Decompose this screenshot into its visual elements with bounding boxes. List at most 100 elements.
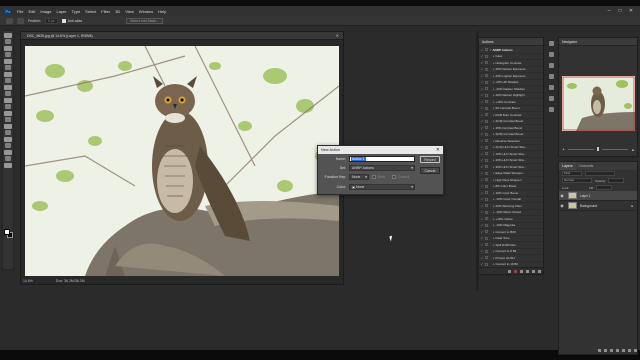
cancel-button[interactable]: Cancel: [420, 167, 440, 174]
layer-row-layer-1[interactable]: ◉ Layer 1: [559, 191, 637, 201]
brush-tool-icon[interactable]: [5, 78, 11, 83]
play-icon[interactable]: [520, 269, 523, 273]
toggle-dialog-box[interactable]: [485, 249, 488, 253]
expand-arrow-icon[interactable]: ▸: [493, 249, 495, 253]
adjustments-panel-icon[interactable]: [548, 85, 554, 90]
expand-arrow-icon[interactable]: ▸: [493, 158, 495, 162]
expand-arrow-icon[interactable]: ▸: [493, 236, 495, 240]
toggle-item-check-icon[interactable]: ✓: [480, 74, 484, 78]
new-group-icon[interactable]: [622, 349, 625, 352]
stop-icon[interactable]: [508, 269, 511, 273]
toggle-dialog-box[interactable]: [485, 230, 488, 234]
toggle-item-check-icon[interactable]: ✓: [480, 67, 484, 71]
fill-input[interactable]: [595, 185, 612, 190]
toggle-dialog-box[interactable]: [485, 106, 488, 110]
menu-select[interactable]: Select: [85, 9, 96, 14]
toggle-dialog-box[interactable]: [485, 158, 488, 162]
zoom-slider-knob[interactable]: [597, 147, 600, 151]
brush-panel-icon[interactable]: [548, 107, 554, 112]
expand-arrow-icon[interactable]: ▸: [493, 145, 495, 149]
toggle-dialog-box[interactable]: [485, 204, 488, 208]
expand-arrow-icon[interactable]: ▸: [493, 191, 495, 195]
close-document-icon[interactable]: ✕: [336, 32, 339, 40]
selection-mode-icon[interactable]: [17, 17, 24, 24]
close-window-icon[interactable]: ✕: [628, 8, 634, 14]
expand-arrow-icon[interactable]: ▸: [493, 262, 495, 266]
toggle-item-check-icon[interactable]: ✓: [480, 139, 484, 143]
maximize-icon[interactable]: □: [617, 8, 623, 14]
toggle-dialog-box[interactable]: [485, 61, 488, 65]
zoom-tool-icon[interactable]: [5, 156, 11, 161]
new-action-icon[interactable]: [532, 269, 535, 273]
toggle-dialog-box[interactable]: [485, 178, 488, 182]
toggle-dialog-box[interactable]: [485, 93, 488, 97]
navigator-zoom-slider[interactable]: ▲ ▲: [562, 146, 635, 152]
toggle-item-check-icon[interactable]: ✓: [480, 61, 484, 65]
toggle-item-check-icon[interactable]: ✓: [480, 106, 484, 110]
gradient-tool-icon[interactable]: [5, 104, 11, 109]
set-select[interactable]: ANRP Actions: [349, 165, 415, 171]
edit-toolbar-icon[interactable]: [4, 162, 12, 168]
expand-arrow-icon[interactable]: ▸: [493, 171, 495, 175]
navigator-header[interactable]: Navigator: [559, 38, 637, 46]
pen-tool-icon[interactable]: [4, 123, 12, 129]
expand-arrow-icon[interactable]: ▸: [493, 61, 495, 65]
toggle-dialog-box[interactable]: [485, 256, 488, 260]
expand-arrow-icon[interactable]: ▸: [493, 87, 495, 91]
toggle-item-check-icon[interactable]: ✓: [480, 113, 484, 117]
link-layers-icon[interactable]: [598, 349, 601, 352]
toggle-dialog-box[interactable]: [485, 197, 488, 201]
expand-arrow-icon[interactable]: ▸: [493, 178, 495, 182]
select-and-mask-button[interactable]: Select and Mask...: [126, 17, 163, 24]
toggle-item-check-icon[interactable]: ✓: [480, 152, 484, 156]
tab-channels[interactable]: Channels: [576, 162, 597, 170]
toggle-item-check-icon[interactable]: ✓: [480, 54, 484, 58]
toggle-dialog-box[interactable]: [485, 210, 488, 214]
eyedropper-tool-icon[interactable]: [5, 65, 11, 70]
toggle-item-check-icon[interactable]: ✓: [480, 223, 484, 227]
toggle-dialog-box[interactable]: [485, 132, 488, 136]
toggle-item-check-icon[interactable]: ✓: [480, 93, 484, 97]
toggle-item-check-icon[interactable]: ✓: [480, 165, 484, 169]
toggle-dialog-box[interactable]: [485, 223, 488, 227]
expand-arrow-icon[interactable]: ▸: [493, 230, 495, 234]
expand-arrow-icon[interactable]: ▸: [493, 80, 495, 84]
toggle-item-check-icon[interactable]: ✓: [480, 87, 484, 91]
toggle-item-check-icon[interactable]: ✓: [480, 249, 484, 253]
toggle-dialog-box[interactable]: [485, 67, 488, 71]
expand-arrow-icon[interactable]: ▸: [493, 217, 495, 221]
menu-filter[interactable]: Filter: [101, 9, 110, 14]
document-size-info[interactable]: Doc: 36.2M/36.2M: [56, 279, 85, 283]
document-tab[interactable]: DSC_9625.jpg @ 14.6% (Layer 1, RGB/8) ✕: [21, 32, 343, 40]
marquee-tool-icon[interactable]: [5, 39, 11, 44]
visibility-eye-icon[interactable]: ◉: [559, 203, 565, 208]
toggle-item-check-icon[interactable]: ✓: [480, 197, 484, 201]
properties-panel-icon[interactable]: [548, 96, 554, 101]
expand-arrow-icon[interactable]: ▸: [493, 119, 495, 123]
swatches-panel-icon[interactable]: [548, 74, 554, 79]
toggle-item-check-icon[interactable]: ✓: [480, 100, 484, 104]
menu-3d[interactable]: 3D: [115, 9, 120, 14]
layer-row-background[interactable]: ◉ Background ■: [559, 201, 637, 211]
toggle-item-check-icon[interactable]: ✓: [480, 230, 484, 234]
tab-layers[interactable]: Layers: [559, 162, 576, 170]
expand-arrow-icon[interactable]: ▸: [493, 204, 495, 208]
expand-arrow-icon[interactable]: ▸: [493, 210, 495, 214]
expand-arrow-icon[interactable]: ▸: [493, 223, 495, 227]
feather-input[interactable]: 0 px: [45, 17, 58, 24]
quick-select-tool-icon[interactable]: [5, 52, 11, 57]
toggle-dialog-box[interactable]: [485, 171, 488, 175]
expand-arrow-icon[interactable]: ▸: [493, 54, 495, 58]
menu-view[interactable]: View: [125, 9, 134, 14]
toggle-dialog-box[interactable]: [485, 184, 488, 188]
crop-tool-icon[interactable]: [4, 58, 12, 64]
history-panel-icon[interactable]: [548, 52, 554, 57]
toggle-item-check-icon[interactable]: ✓: [480, 48, 484, 52]
menu-file[interactable]: File: [17, 9, 23, 14]
minimize-icon[interactable]: –: [606, 8, 612, 14]
expand-arrow-icon[interactable]: ▸: [493, 197, 495, 201]
toggle-dialog-box[interactable]: [485, 48, 488, 52]
toggle-item-check-icon[interactable]: ✓: [480, 217, 484, 221]
toggle-dialog-box[interactable]: [485, 262, 488, 266]
rectangle-tool-icon[interactable]: [5, 143, 11, 148]
